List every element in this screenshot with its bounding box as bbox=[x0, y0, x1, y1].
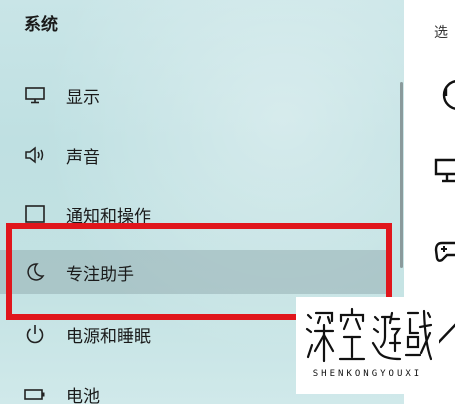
right-panel-text: 选 bbox=[434, 25, 448, 41]
notification-icon bbox=[24, 203, 46, 225]
sidebar-item-label: 电池 bbox=[66, 386, 100, 407]
sidebar-item-display[interactable]: 显示 bbox=[0, 73, 390, 117]
battery-icon bbox=[24, 383, 46, 405]
info-circle-icon bbox=[434, 78, 455, 116]
sidebar-item-label: 声音 bbox=[66, 147, 100, 168]
sidebar-title: 系统 bbox=[24, 15, 58, 35]
gamepad-icon bbox=[434, 238, 455, 268]
sidebar-scrollbar[interactable] bbox=[400, 82, 403, 268]
monitor-icon bbox=[24, 84, 46, 106]
sidebar-item-sound[interactable]: 声音 bbox=[0, 133, 390, 177]
speaker-icon bbox=[24, 144, 46, 166]
watermark-subtitle: SHENKONGYOUXI bbox=[312, 369, 423, 379]
monitor-icon bbox=[434, 158, 455, 188]
watermark-seal-characters bbox=[305, 307, 432, 363]
watermark-logo: SHENKONGYOUXI bbox=[296, 297, 439, 394]
sidebar-item-label: 电源和睡眠 bbox=[66, 326, 151, 347]
power-icon bbox=[24, 323, 46, 345]
sidebar-item-label: 显示 bbox=[66, 87, 100, 108]
